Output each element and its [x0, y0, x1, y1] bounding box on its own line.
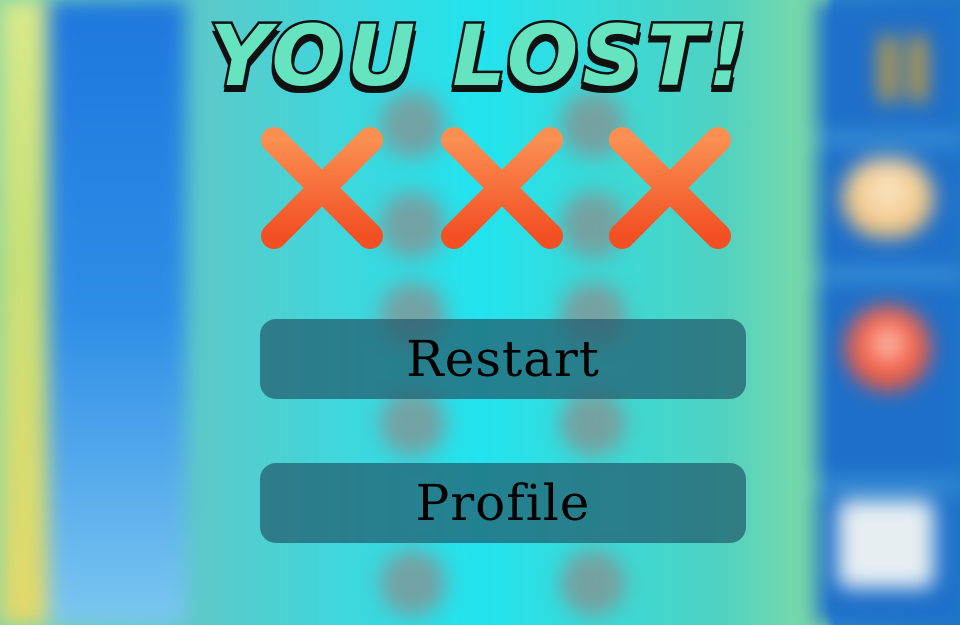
panel-divider: [816, 478, 960, 492]
x-mark-icon: [261, 127, 383, 249]
game-over-title: YOU LOST!: [207, 5, 751, 108]
profile-button[interactable]: Profile: [260, 463, 746, 543]
x-mark-icon: [609, 127, 731, 249]
panel-divider: [816, 268, 960, 282]
restart-button[interactable]: Restart: [260, 319, 746, 399]
panel-divider: [816, 132, 960, 146]
x-mark-icon: [441, 127, 563, 249]
board-bubble: [380, 550, 446, 616]
cake-icon: [842, 158, 934, 238]
board-bubble: [380, 390, 446, 456]
strikes-row: [260, 126, 740, 252]
board-bubble: [560, 390, 626, 456]
blank-tile-icon: [838, 500, 934, 588]
bomb-icon: [845, 305, 931, 391]
board-bubble: [560, 550, 626, 616]
